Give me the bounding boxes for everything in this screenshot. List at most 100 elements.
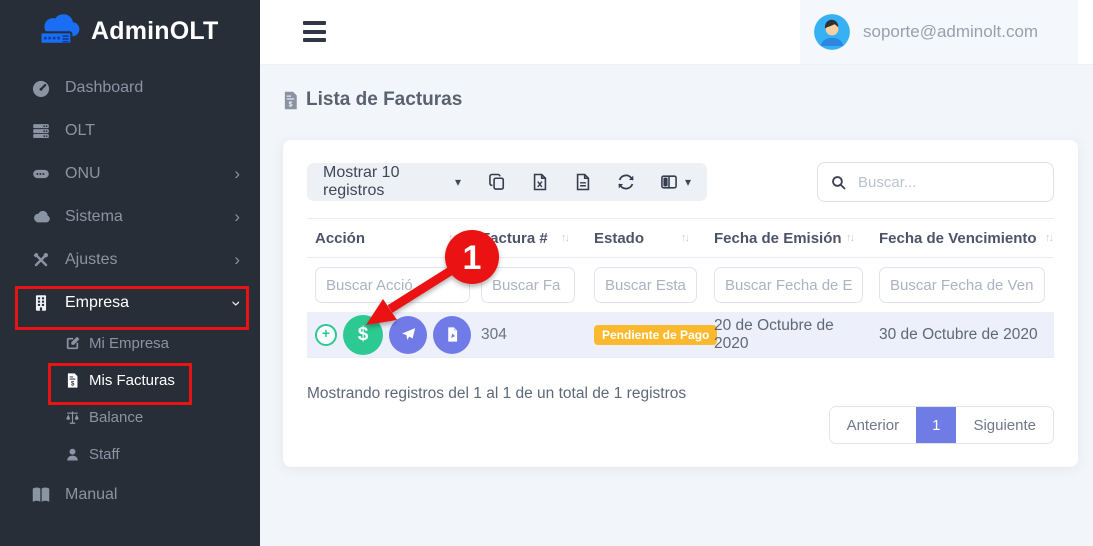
sidebar-item-label: Mis Facturas bbox=[89, 372, 175, 389]
brand-name: AdminOLT bbox=[91, 17, 219, 46]
sidebar-item-mi-empresa[interactable]: Mi Empresa bbox=[0, 325, 260, 362]
sort-icon: ↑↓ bbox=[681, 232, 688, 244]
invoice-icon: $ bbox=[283, 91, 298, 110]
filter-estado-input[interactable] bbox=[594, 267, 697, 303]
sidebar: AdminOLT Dashboard bbox=[0, 0, 260, 546]
sidebar-item-label: ONU bbox=[65, 165, 101, 183]
chevron-right-icon: › bbox=[234, 208, 240, 225]
column-header-factura[interactable]: Factura # ↑↓ bbox=[473, 230, 586, 247]
app-window: AdminOLT Dashboard bbox=[0, 0, 1093, 546]
sort-icon: ↑↓ bbox=[448, 232, 455, 244]
pagination-next[interactable]: Siguiente bbox=[956, 407, 1053, 443]
send-button[interactable] bbox=[389, 316, 427, 354]
hamburger-icon bbox=[303, 21, 326, 25]
scales-icon bbox=[64, 409, 81, 426]
brand-cloud-icon bbox=[36, 13, 82, 49]
file-pdf-icon bbox=[444, 326, 461, 343]
cloud-icon bbox=[30, 206, 52, 228]
paper-plane-icon bbox=[400, 326, 417, 343]
table-row: + $ 304 bbox=[307, 312, 1054, 358]
excel-icon[interactable] bbox=[530, 172, 550, 192]
columns-icon bbox=[659, 172, 679, 192]
server-icon bbox=[30, 120, 52, 142]
sidebar-item-label: Empresa bbox=[65, 294, 129, 312]
show-entries-dropdown[interactable]: Mostrar 10 registros ▾ bbox=[323, 164, 461, 200]
sidebar-item-balance[interactable]: Balance bbox=[0, 399, 260, 436]
filter-factura-input[interactable] bbox=[481, 267, 575, 303]
sidebar-item-label: Staff bbox=[89, 446, 120, 463]
sidebar-nav: Dashboard OLT bbox=[0, 66, 260, 516]
copy-icon[interactable] bbox=[487, 172, 507, 192]
sidebar-item-label: Sistema bbox=[65, 208, 123, 226]
user-icon bbox=[64, 446, 81, 463]
table-header-row: Acción ↑↓ Factura # ↑↓ Estado ↑↓ Fecha d… bbox=[307, 218, 1054, 258]
table-filter-row bbox=[307, 258, 1054, 312]
caret-down-icon: ▾ bbox=[685, 175, 691, 189]
chevron-right-icon: › bbox=[234, 165, 240, 182]
table-search bbox=[817, 162, 1054, 202]
sort-icon: ↑↓ bbox=[1045, 232, 1052, 244]
refresh-icon[interactable] bbox=[616, 172, 636, 192]
chevron-right-icon: › bbox=[234, 251, 240, 268]
sidebar-item-dashboard[interactable]: Dashboard bbox=[0, 66, 260, 109]
pagination-page-1[interactable]: 1 bbox=[916, 407, 956, 443]
invoice-icon: $ bbox=[64, 372, 81, 389]
pagination: Anterior 1 Siguiente bbox=[829, 406, 1054, 444]
user-menu[interactable]: soporte@adminolt.com bbox=[800, 0, 1078, 64]
column-header-fecha-emision[interactable]: Fecha de Emisión ↑↓ bbox=[706, 230, 871, 247]
filter-accion-input[interactable] bbox=[315, 267, 470, 303]
sidebar-item-empresa[interactable]: Empresa › bbox=[0, 281, 260, 325]
edit-icon bbox=[64, 335, 81, 352]
column-visibility-button[interactable]: ▾ bbox=[659, 172, 691, 192]
brand-link[interactable]: AdminOLT bbox=[0, 0, 260, 49]
sidebar-item-sistema[interactable]: Sistema › bbox=[0, 195, 260, 238]
column-header-accion[interactable]: Acción ↑↓ bbox=[307, 230, 473, 247]
sidebar-toggle-button[interactable] bbox=[303, 21, 326, 42]
table-info: Mostrando registros del 1 al 1 de un tot… bbox=[307, 385, 686, 403]
sidebar-item-label: Ajustes bbox=[65, 251, 117, 269]
dollar-glyph: $ bbox=[289, 101, 293, 108]
sidebar-item-staff[interactable]: Staff bbox=[0, 436, 260, 473]
page-title: $ Lista de Facturas bbox=[283, 89, 462, 111]
facturas-card: Mostrar 10 registros ▾ bbox=[283, 140, 1078, 467]
building-icon bbox=[30, 292, 52, 314]
caret-down-icon: ▾ bbox=[455, 175, 461, 189]
sidebar-item-manual[interactable]: Manual bbox=[0, 473, 260, 516]
column-header-estado[interactable]: Estado ↑↓ bbox=[586, 230, 706, 247]
sidebar-item-label: OLT bbox=[65, 122, 95, 140]
filter-fecha-vencimiento-input[interactable] bbox=[879, 267, 1045, 303]
tachometer-icon bbox=[30, 77, 52, 99]
pay-button[interactable]: $ bbox=[343, 315, 383, 355]
add-button[interactable]: + bbox=[315, 324, 337, 346]
column-header-fecha-vencimiento[interactable]: Fecha de Vencimiento ↑↓ bbox=[871, 230, 1054, 247]
cell-fecha-vencimiento: 30 de Octubre de 2020 bbox=[871, 326, 1054, 344]
sidebar-item-ajustes[interactable]: Ajustes › bbox=[0, 238, 260, 281]
export-buttons: ▾ bbox=[487, 172, 691, 192]
sidebar-item-label: Mi Empresa bbox=[89, 335, 169, 352]
table-toolbar: Mostrar 10 registros ▾ bbox=[307, 163, 707, 201]
cell-estado: Pendiente de Pago bbox=[586, 325, 706, 345]
sidebar-item-onu[interactable]: ONU › bbox=[0, 152, 260, 195]
book-icon bbox=[30, 484, 52, 506]
search-icon bbox=[830, 174, 847, 191]
sort-icon: ↑↓ bbox=[561, 232, 568, 244]
sidebar-item-olt[interactable]: OLT bbox=[0, 109, 260, 152]
show-entries-label: Mostrar 10 registros bbox=[323, 164, 448, 200]
cell-fecha-emision: 20 de Octubre de 2020 bbox=[706, 317, 871, 353]
file-icon[interactable] bbox=[573, 172, 593, 192]
main-content: $ Lista de Facturas Mostrar 10 registros… bbox=[260, 65, 1093, 546]
device-icon bbox=[30, 163, 52, 185]
cell-factura: 304 bbox=[473, 326, 586, 344]
pdf-button[interactable] bbox=[433, 316, 471, 354]
sidebar-item-label: Balance bbox=[89, 409, 143, 426]
sort-icon: ↑↓ bbox=[846, 232, 853, 244]
pagination-previous[interactable]: Anterior bbox=[830, 407, 917, 443]
tools-icon bbox=[30, 249, 52, 271]
chevron-down-icon: › bbox=[229, 300, 246, 306]
filter-fecha-emision-input[interactable] bbox=[714, 267, 863, 303]
sidebar-item-mis-facturas[interactable]: $ Mis Facturas bbox=[0, 362, 260, 399]
sidebar-item-label: Dashboard bbox=[65, 79, 143, 97]
page-title-text: Lista de Facturas bbox=[306, 89, 462, 111]
search-input[interactable] bbox=[856, 173, 1041, 192]
row-actions: + $ bbox=[307, 315, 473, 355]
